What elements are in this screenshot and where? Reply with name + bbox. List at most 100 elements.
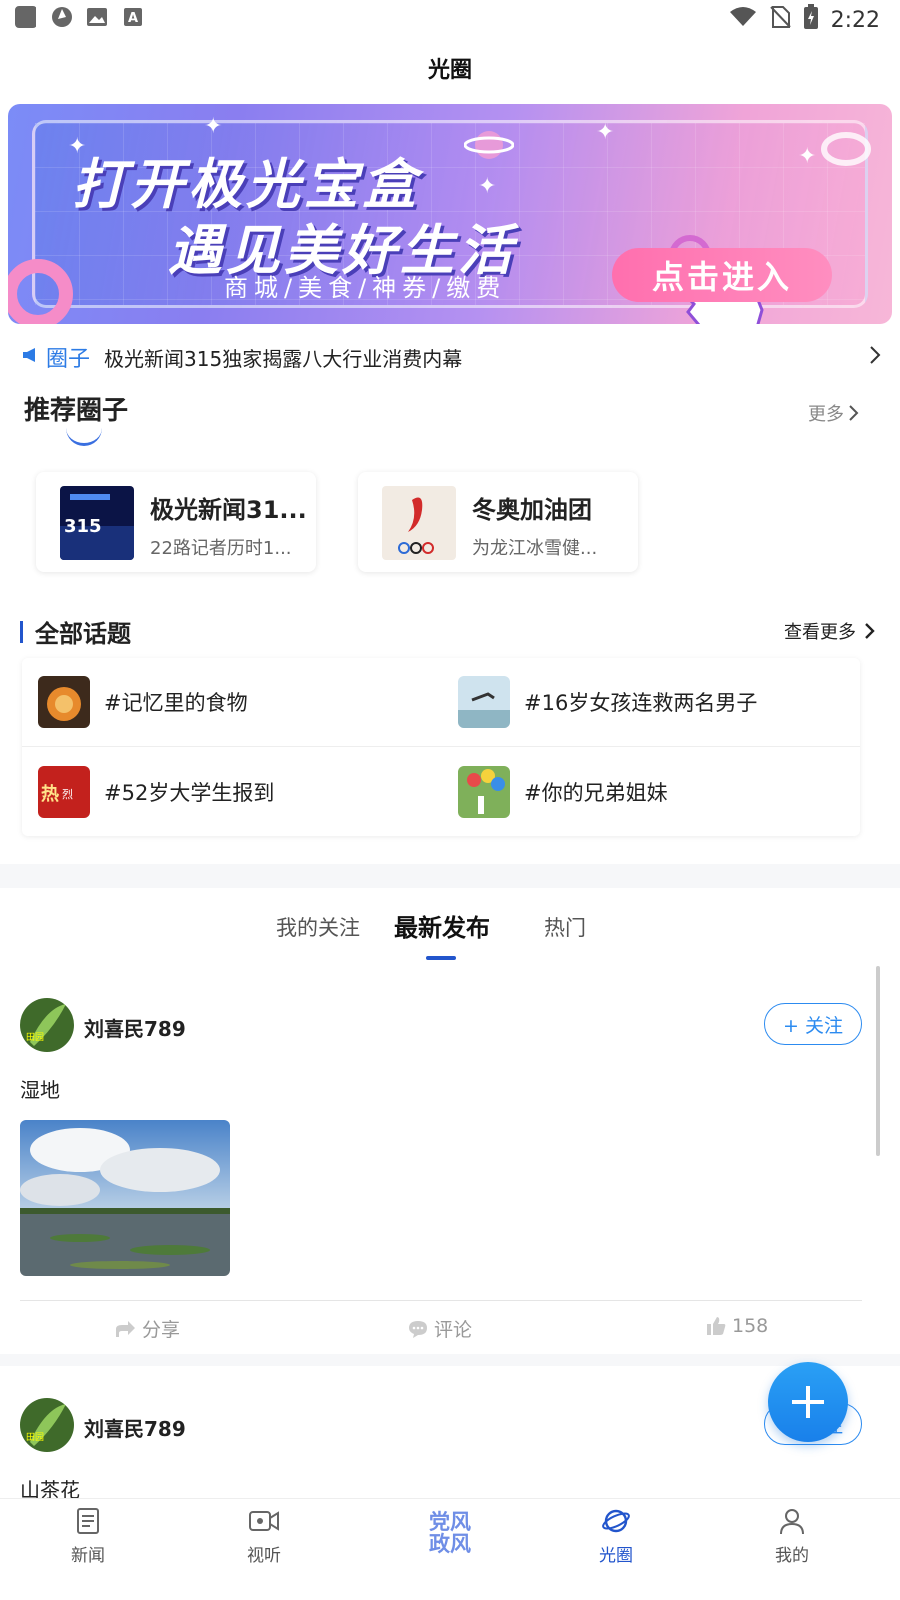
planet-icon bbox=[602, 1509, 630, 1533]
banner-enter-button[interactable]: 点击进入 bbox=[612, 248, 832, 302]
topic-label: #记忆里的食物 bbox=[104, 691, 248, 715]
sparkle-icon: ✦ bbox=[798, 144, 817, 169]
user-icon bbox=[780, 1509, 804, 1535]
nav-label: 我的 bbox=[775, 1546, 809, 1566]
ring-decoration bbox=[8, 259, 73, 324]
recommended-more-link[interactable]: 更多 bbox=[808, 400, 860, 426]
no-sim-icon bbox=[769, 5, 791, 35]
all-topics-header: 全部话题 bbox=[20, 614, 131, 649]
svg-text:315: 315 bbox=[64, 516, 102, 537]
circle-description: 22路记者历时1... bbox=[150, 538, 292, 559]
svg-text:A: A bbox=[128, 11, 138, 26]
announcement-bar[interactable]: 圈子 极光新闻315独家揭露八大行业消费内幕 bbox=[22, 340, 882, 374]
feed-tabs: 我的关注 最新发布 热门 bbox=[0, 904, 900, 964]
aperture-icon bbox=[50, 6, 72, 28]
svg-text:烈: 烈 bbox=[62, 787, 73, 801]
like-count: 158 bbox=[732, 1315, 769, 1337]
like-button[interactable]: 158 bbox=[706, 1315, 768, 1337]
tab-hot[interactable]: 热门 bbox=[544, 912, 586, 942]
page-title: 光圈 bbox=[427, 58, 472, 83]
sparkle-icon: ✦ bbox=[204, 114, 223, 139]
post-image[interactable] bbox=[20, 1120, 230, 1276]
svg-text:田园: 田园 bbox=[26, 1432, 44, 1443]
more-label: 更多 bbox=[808, 404, 844, 425]
nav-news[interactable]: 新闻 bbox=[38, 1507, 138, 1566]
topics-grid: #记忆里的食物 #16岁女孩连救两名男子 热烈 #52岁大学生报到 #你的兄弟姐… bbox=[22, 658, 860, 836]
sparkle-icon: ✦ bbox=[596, 120, 615, 145]
svg-text:热: 热 bbox=[41, 783, 59, 805]
topic-item[interactable]: #你的兄弟姐妹 bbox=[442, 748, 842, 836]
circle-name: 极光新闻31... bbox=[150, 496, 307, 524]
chevron-right-icon[interactable] bbox=[868, 344, 882, 370]
circle-thumbnail bbox=[382, 486, 456, 560]
post-username[interactable]: 刘喜民789 bbox=[84, 1413, 186, 1442]
comment-icon bbox=[409, 1320, 427, 1338]
newspaper-icon bbox=[77, 1508, 99, 1534]
circle-description: 为龙江冰雪健... bbox=[472, 538, 598, 559]
chevron-right-icon bbox=[865, 623, 875, 639]
share-icon bbox=[116, 1320, 135, 1337]
share-button[interactable]: 分享 bbox=[114, 1315, 180, 1342]
topic-item[interactable]: 热烈 #52岁大学生报到 bbox=[22, 748, 422, 836]
topic-item[interactable]: #记忆里的食物 bbox=[22, 658, 422, 746]
clock-time: 2:22 bbox=[830, 7, 880, 33]
all-topics-title: 全部话题 bbox=[35, 620, 131, 648]
nav-center-label: 党风 政风 bbox=[429, 1510, 471, 1556]
nav-label: 视听 bbox=[247, 1546, 281, 1566]
thumbs-up-icon bbox=[707, 1317, 726, 1335]
app-notification-icon bbox=[14, 6, 36, 28]
nav-video[interactable]: 视听 bbox=[214, 1507, 314, 1566]
recommended-section-title: 推荐圈子 bbox=[24, 396, 129, 426]
topic-thumbnail: 热烈 bbox=[38, 766, 90, 818]
section-accent-bar bbox=[20, 620, 23, 643]
nav-circle[interactable]: 光圈 bbox=[566, 1507, 666, 1566]
avatar[interactable]: 田园 bbox=[20, 998, 74, 1052]
circle-name: 冬奥加油团 bbox=[472, 496, 592, 524]
comment-button[interactable]: 评论 bbox=[408, 1315, 472, 1342]
announcement-text[interactable]: 极光新闻315独家揭露八大行业消费内幕 bbox=[104, 343, 462, 372]
plus-icon bbox=[792, 1386, 824, 1418]
comment-label: 评论 bbox=[434, 1319, 473, 1341]
bottom-nav: 新闻 视听 党风 政风 光圈 我的 bbox=[0, 1498, 900, 1600]
wifi-icon bbox=[729, 6, 757, 34]
avatar[interactable]: 田园 bbox=[20, 1398, 74, 1452]
view-more-topics-link[interactable]: 查看更多 bbox=[784, 618, 876, 644]
nav-party-style[interactable]: 党风 政风 bbox=[410, 1511, 490, 1555]
svg-text:田园: 田园 bbox=[26, 1032, 44, 1043]
ring-decoration bbox=[821, 132, 871, 166]
planet-decoration bbox=[464, 131, 514, 159]
post-separator bbox=[0, 1354, 900, 1366]
topic-thumbnail bbox=[458, 766, 510, 818]
video-camera-icon bbox=[249, 1511, 279, 1531]
topics-divider bbox=[22, 746, 860, 747]
post-username[interactable]: 刘喜民789 bbox=[84, 1013, 186, 1042]
tab-following[interactable]: 我的关注 bbox=[276, 912, 360, 942]
topic-label: #52岁大学生报到 bbox=[104, 781, 275, 805]
share-label: 分享 bbox=[142, 1319, 181, 1341]
promo-banner[interactable]: ✦ ✦ ✦ ✦ ✦ 打开极光宝盒 遇见美好生活 商城/美食/神券/缴费 点击进入 bbox=[8, 104, 892, 324]
banner-subtitle: 商城/美食/神券/缴费 bbox=[224, 274, 507, 302]
battery-charging-icon bbox=[803, 4, 819, 36]
chevron-right-icon bbox=[849, 405, 859, 421]
active-tab-indicator bbox=[426, 956, 456, 960]
create-post-button[interactable] bbox=[768, 1362, 848, 1442]
scrollbar[interactable] bbox=[876, 966, 880, 1156]
recommended-circle-card[interactable]: 冬奥加油团 为龙江冰雪健... bbox=[358, 472, 638, 572]
sparkle-icon: ✦ bbox=[478, 174, 497, 199]
circle-thumbnail: 315 bbox=[60, 486, 134, 560]
topic-label: #16岁女孩连救两名男子 bbox=[524, 691, 758, 715]
post-actions: 分享 评论 158 bbox=[20, 1300, 862, 1352]
tab-latest[interactable]: 最新发布 bbox=[394, 908, 490, 943]
topic-item[interactable]: #16岁女孩连救两名男子 bbox=[442, 658, 842, 746]
post-text: 湿地 bbox=[20, 1078, 60, 1102]
topic-thumbnail bbox=[38, 676, 90, 728]
status-bar: A 2:22 bbox=[0, 0, 900, 36]
announcement-tag: 圈子 bbox=[46, 347, 91, 372]
topic-label: #你的兄弟姐妹 bbox=[524, 781, 668, 805]
image-icon bbox=[86, 6, 108, 28]
loading-indicator bbox=[66, 426, 102, 446]
topic-thumbnail bbox=[458, 676, 510, 728]
nav-profile[interactable]: 我的 bbox=[742, 1507, 842, 1566]
follow-button[interactable]: + 关注 bbox=[764, 1003, 862, 1045]
recommended-circle-card[interactable]: 315 极光新闻31... 22路记者历时1... bbox=[36, 472, 316, 572]
